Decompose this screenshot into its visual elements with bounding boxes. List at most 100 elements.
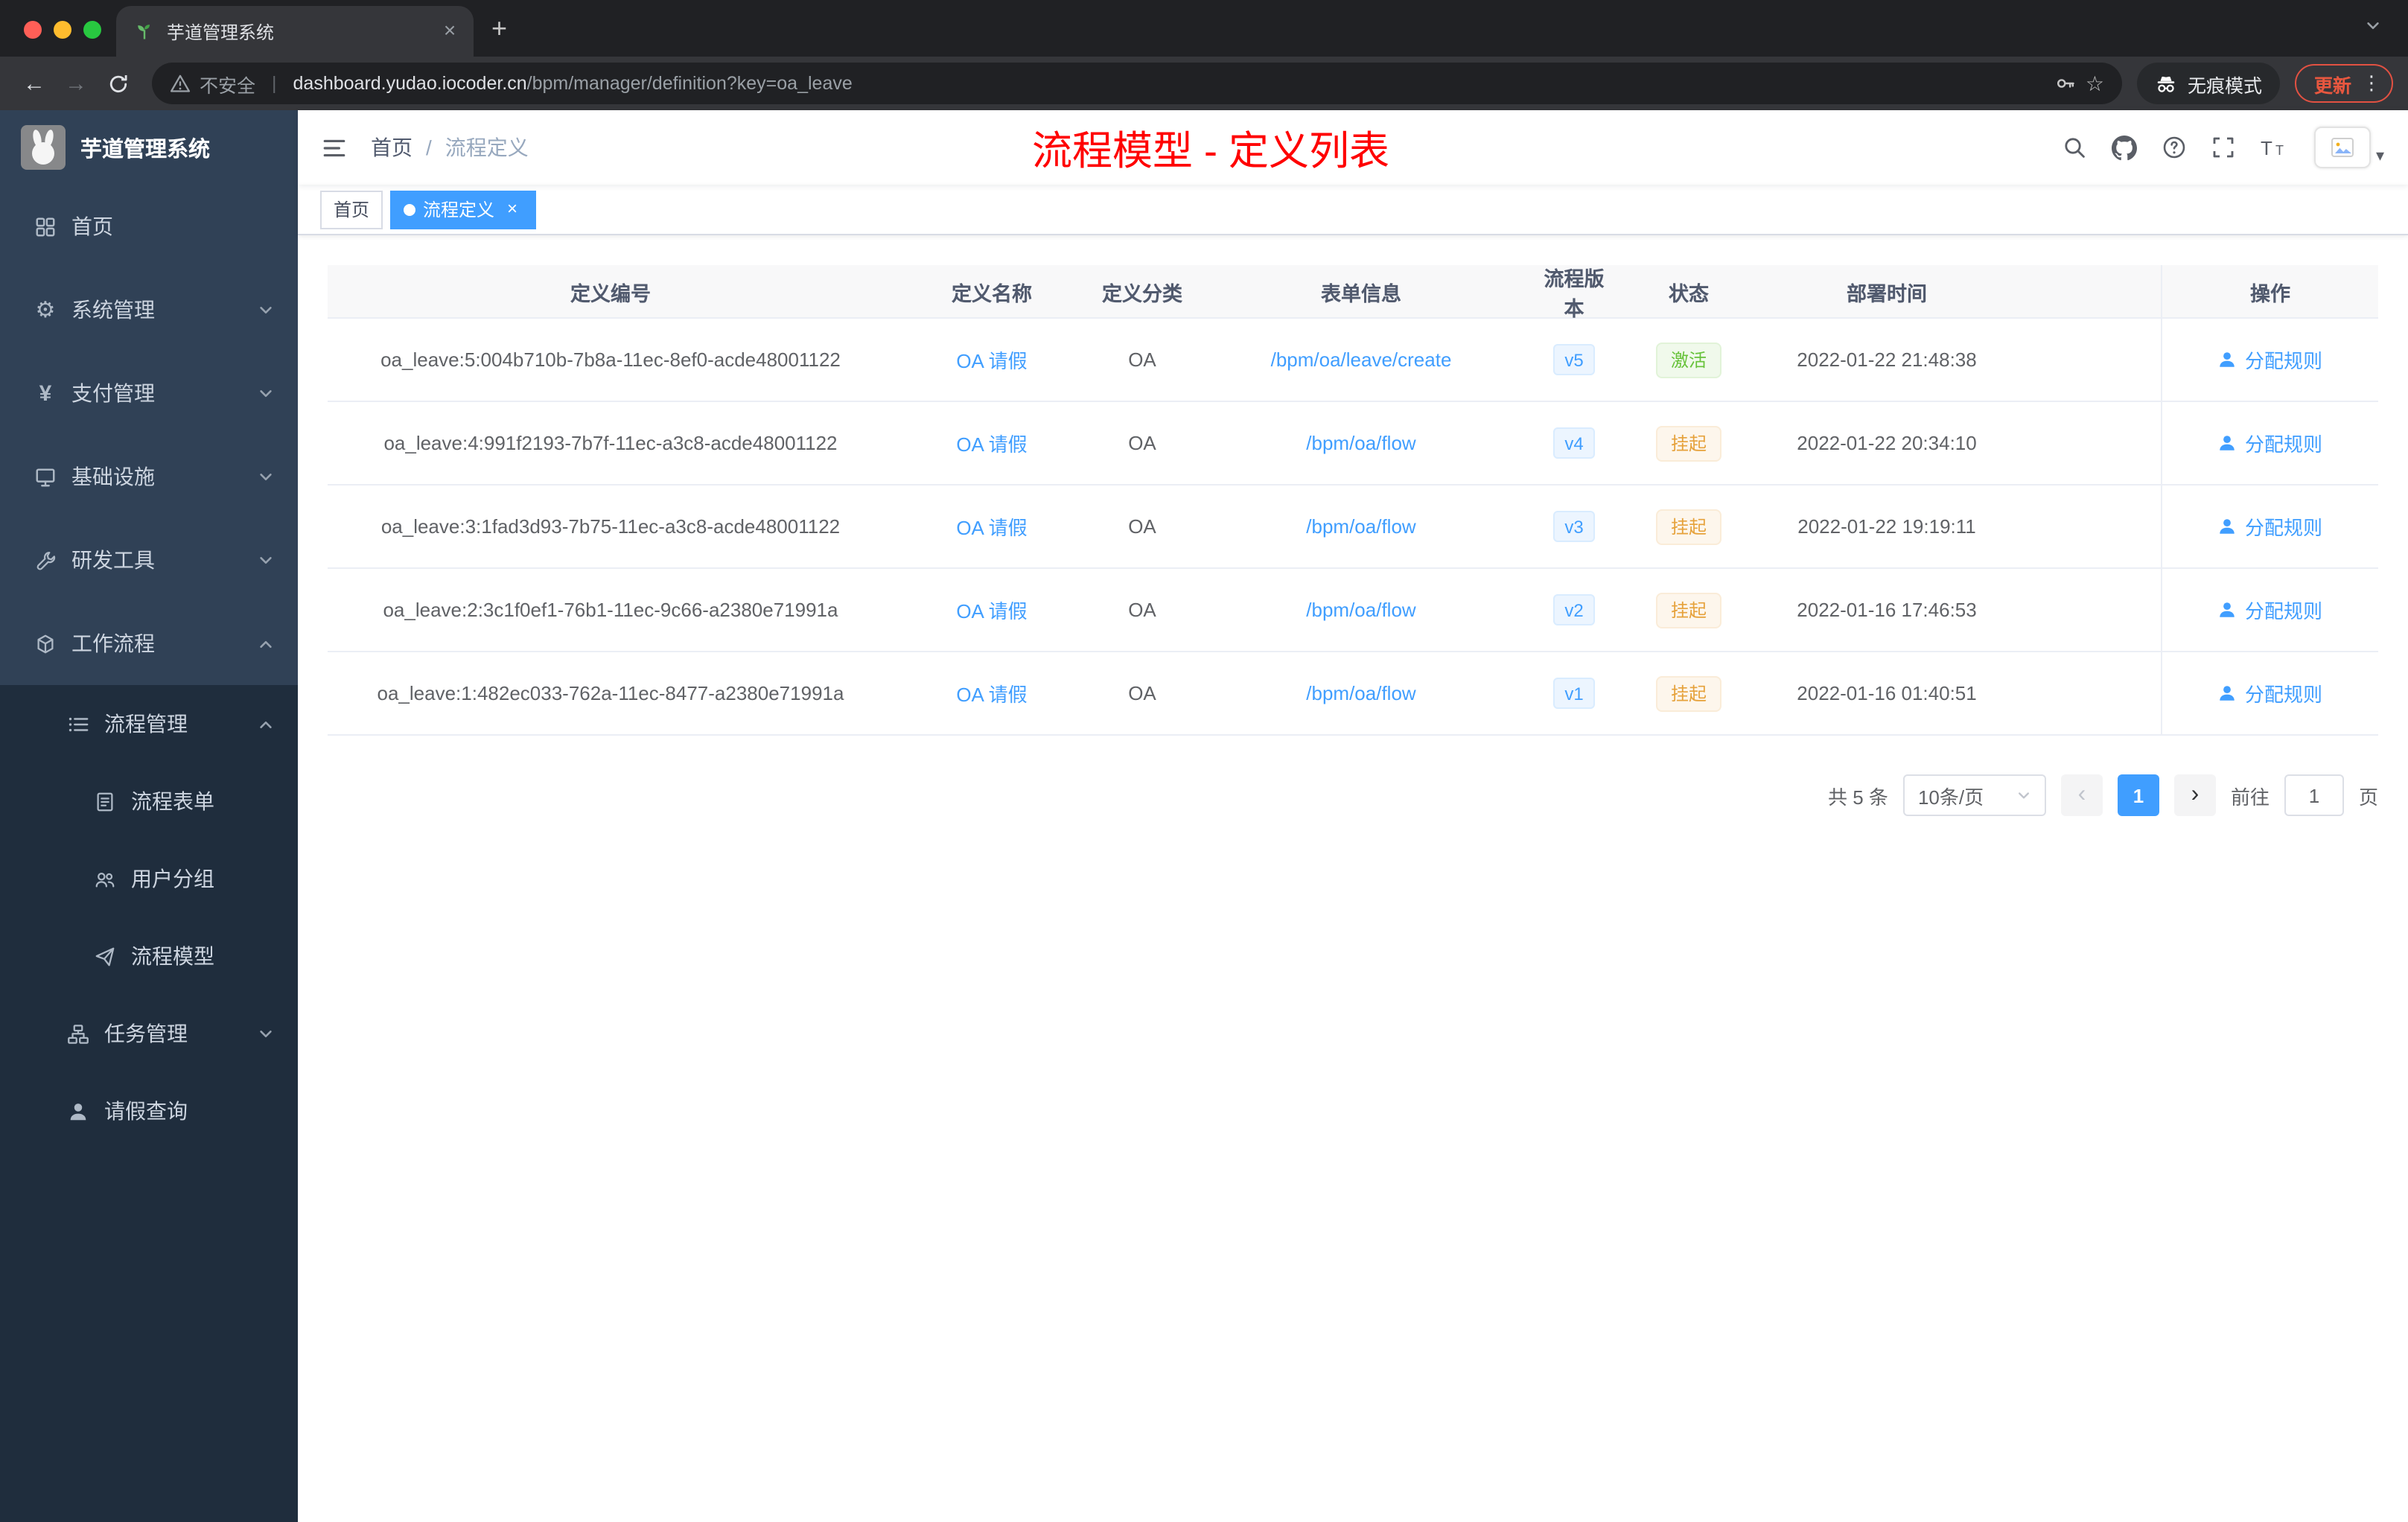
sidebar-item-process-manage[interactable]: 流程管理	[0, 685, 298, 762]
new-tab-button[interactable]: +	[474, 13, 525, 57]
seedling-favicon-icon	[134, 21, 155, 42]
sidebar-item-label: 任务管理	[104, 1022, 188, 1045]
sidebar-item-label: 首页	[71, 214, 113, 238]
chevron-down-icon	[258, 468, 274, 485]
sidebar-item-process-form[interactable]: 流程表单	[0, 762, 298, 840]
assign-rule-link[interactable]: 分配规则	[2218, 346, 2322, 374]
definition-name-link[interactable]: OA 请假	[956, 512, 1027, 541]
sidebar-item-home[interactable]: 首页	[0, 185, 298, 268]
sidebar-submenu: 流程管理 流程表单 用户分组 流程模型 任务管理 请假查询	[0, 685, 298, 1150]
column-header: 表单信息	[1321, 282, 1401, 305]
breadcrumb: 首页 / 流程定义	[371, 133, 529, 162]
form-link[interactable]: /bpm/oa/flow	[1306, 515, 1415, 538]
status-badge: 挂起	[1655, 592, 1721, 628]
form-link[interactable]: /bpm/oa/flow	[1306, 599, 1415, 621]
user-icon	[2220, 686, 2235, 701]
assign-rule-link[interactable]: 分配规则	[2218, 512, 2322, 541]
deploy-time: 2022-01-22 19:19:11	[1797, 515, 1976, 538]
close-tag-icon[interactable]: ×	[502, 198, 523, 220]
password-key-icon[interactable]	[2056, 73, 2077, 94]
sidebar-item-label: 流程模型	[131, 944, 214, 968]
definition-name-link[interactable]: OA 请假	[956, 346, 1027, 374]
close-window-button[interactable]	[24, 21, 42, 39]
sidebar-item-leave-query[interactable]: 请假查询	[0, 1072, 298, 1150]
sidebar-item-task-manage[interactable]: 任务管理	[0, 995, 298, 1072]
close-tab-icon[interactable]: ×	[438, 19, 462, 43]
sidebar-item-workflow[interactable]: 工作流程	[0, 602, 298, 685]
payment-icon: ¥	[39, 380, 52, 406]
sidebar-item-devtools[interactable]: 研发工具	[0, 518, 298, 602]
task-icon	[66, 1021, 91, 1046]
current-page[interactable]: 1	[2117, 774, 2159, 816]
form-link[interactable]: /bpm/oa/leave/create	[1271, 348, 1452, 371]
breadcrumb-home[interactable]: 首页	[371, 133, 413, 162]
caret-down-icon: ▾	[2375, 147, 2384, 165]
traffic-lights	[12, 21, 116, 57]
version-tag: v3	[1552, 511, 1596, 542]
column-header: 定义名称	[952, 282, 1032, 305]
forward-button[interactable]: →	[57, 71, 95, 96]
browser-menu-icon[interactable]: ⋮	[2362, 71, 2381, 95]
address-bar[interactable]: 不安全 | dashboard.yudao.iocoder.cn/bpm/man…	[152, 63, 2122, 104]
table-row: oa_leave:5:004b710b-7b8a-11ec-8ef0-acde4…	[328, 319, 2378, 402]
hamburger-icon[interactable]	[322, 135, 347, 160]
devtools-icon	[33, 547, 58, 573]
model-icon	[92, 943, 118, 969]
fullscreen-icon[interactable]	[2212, 136, 2236, 159]
assign-rule-link[interactable]: 分配规则	[2218, 679, 2322, 707]
sidebar-item-user-group[interactable]: 用户分组	[0, 840, 298, 917]
definition-id: oa_leave:2:3c1f0ef1-76b1-11ec-9c66-a2380…	[383, 599, 838, 621]
prev-page-button[interactable]: ‹	[2060, 774, 2103, 816]
browser-tab[interactable]: 芋道管理系统 ×	[116, 6, 474, 57]
update-button[interactable]: 更新 ⋮	[2294, 64, 2393, 103]
goto-page-input[interactable]	[2284, 774, 2344, 816]
next-page-button[interactable]: ›	[2173, 774, 2216, 816]
definition-name-link[interactable]: OA 请假	[956, 429, 1027, 457]
sidebar-item-process-model[interactable]: 流程模型	[0, 917, 298, 995]
assign-rule-link[interactable]: 分配规则	[2218, 429, 2322, 457]
app-title: 芋道管理系统	[80, 138, 210, 162]
reload-button[interactable]	[98, 71, 137, 96]
sidebar-item-infrastructure[interactable]: 基础设施	[0, 435, 298, 518]
tab-search-icon[interactable]	[2350, 15, 2396, 57]
table-row: oa_leave:1:482ec033-762a-11ec-8477-a2380…	[328, 652, 2378, 736]
definition-category: OA	[1128, 515, 1156, 538]
form-link[interactable]: /bpm/oa/flow	[1306, 682, 1415, 704]
definition-name-link[interactable]: OA 请假	[956, 596, 1027, 624]
sidebar-logo[interactable]: 芋道管理系统	[0, 110, 298, 185]
url-text: dashboard.yudao.iocoder.cn/bpm/manager/d…	[293, 73, 853, 94]
search-icon[interactable]	[2063, 136, 2087, 159]
active-dot	[404, 203, 416, 215]
form-link[interactable]: /bpm/oa/flow	[1306, 432, 1415, 454]
security-label[interactable]: 不安全	[200, 69, 255, 98]
tag-home[interactable]: 首页	[320, 190, 383, 229]
breadcrumb-separator: /	[426, 136, 432, 159]
person-icon	[66, 1098, 91, 1124]
user-group-icon	[92, 866, 118, 891]
sidebar-menu: 首页 ⚙ 系统管理 ¥ 支付管理 基础设施 研发工具 工作流程	[0, 185, 298, 685]
definition-name-link[interactable]: OA 请假	[956, 679, 1027, 707]
font-size-icon[interactable]: TT	[2261, 136, 2290, 159]
update-label: 更新	[2313, 75, 2351, 96]
maximize-window-button[interactable]	[83, 21, 101, 39]
url-domain: dashboard.yudao.iocoder.cn	[293, 73, 527, 94]
user-icon	[2220, 352, 2235, 367]
page-size-select[interactable]: 10条/页	[1902, 774, 2046, 816]
assign-rule-link[interactable]: 分配规则	[2218, 596, 2322, 624]
sidebar-item-system-manage[interactable]: ⚙ 系统管理	[0, 268, 298, 351]
definition-id: oa_leave:3:1fad3d93-7b75-11ec-a3c8-acde4…	[380, 515, 841, 538]
definition-category: OA	[1128, 599, 1156, 621]
browser-toolbar: ← → 不安全 | dashboard.yudao.iocoder.cn/bpm…	[0, 57, 2408, 110]
help-icon[interactable]	[2163, 136, 2187, 159]
infrastructure-icon	[33, 464, 58, 489]
user-menu[interactable]: ▾	[2314, 127, 2384, 168]
tag-process-definition[interactable]: 流程定义 ×	[390, 190, 537, 229]
sidebar-item-payment-manage[interactable]: ¥ 支付管理	[0, 351, 298, 435]
chevron-up-icon	[258, 716, 274, 732]
github-icon[interactable]	[2112, 135, 2138, 160]
bookmark-star-icon[interactable]: ☆	[2086, 71, 2104, 96]
minimize-window-button[interactable]	[54, 21, 71, 39]
column-header: 定义分类	[1102, 282, 1182, 305]
back-button[interactable]: ←	[15, 71, 54, 96]
definition-id: oa_leave:1:482ec033-762a-11ec-8477-a2380…	[377, 682, 844, 704]
